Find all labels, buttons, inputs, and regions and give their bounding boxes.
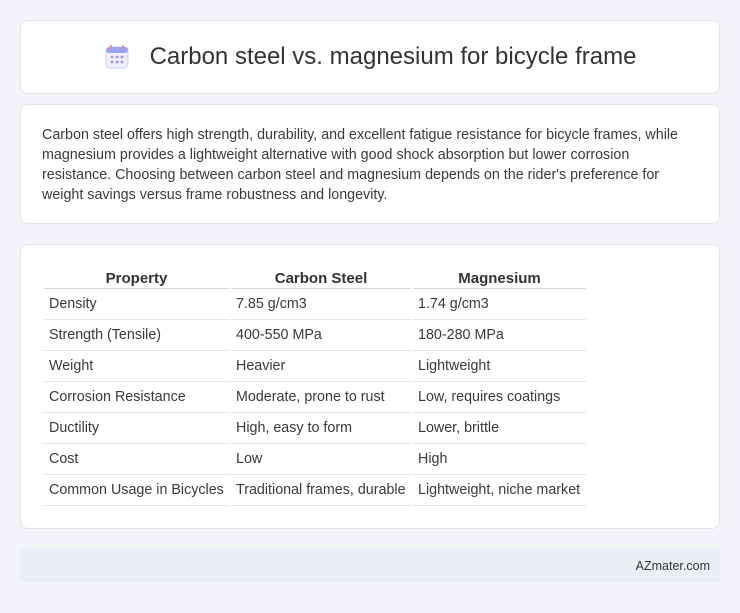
table-cell: Lower, brittle xyxy=(413,413,586,444)
table-cell: High xyxy=(413,444,586,475)
table-cell: Density xyxy=(44,289,229,320)
table-cell: Cost xyxy=(44,444,229,475)
summary-card: Carbon steel offers high strength, durab… xyxy=(20,104,720,224)
table-card: Property Carbon Steel Magnesium Density … xyxy=(20,244,720,529)
table-cell: Traditional frames, durable xyxy=(231,475,411,506)
table-cell: Low xyxy=(231,444,411,475)
table-cell: Moderate, prone to rust xyxy=(231,382,411,413)
table-cell: High, easy to form xyxy=(231,413,411,444)
header-property: Property xyxy=(44,265,229,289)
table-cell: Low, requires coatings xyxy=(413,382,586,413)
title-card: Carbon steel vs. magnesium for bicycle f… xyxy=(20,20,720,94)
table-cell: 400-550 MPa xyxy=(231,320,411,351)
table-row: Weight Heavier Lightweight xyxy=(44,351,586,382)
footer-brand-link[interactable]: AZmater.com xyxy=(636,559,710,573)
summary-text: Carbon steel offers high strength, durab… xyxy=(42,127,679,203)
table-cell: Ductility xyxy=(44,413,229,444)
table-cell: Corrosion Resistance xyxy=(44,382,229,413)
table-header-row: Property Carbon Steel Magnesium xyxy=(44,265,586,289)
table-row: Strength (Tensile) 400-550 MPa 180-280 M… xyxy=(44,320,586,351)
table-cell: Lightweight xyxy=(413,351,586,382)
table-cell: Weight xyxy=(44,351,229,382)
page-title: Carbon steel vs. magnesium for bicycle f… xyxy=(149,43,637,70)
table-row: Density 7.85 g/cm3 1.74 g/cm3 xyxy=(44,289,586,320)
header-carbon-steel: Carbon Steel xyxy=(231,265,411,289)
comparison-table: Property Carbon Steel Magnesium Density … xyxy=(42,265,588,506)
table-cell: Strength (Tensile) xyxy=(44,320,229,351)
calendar-icon xyxy=(105,45,129,69)
table-row: Cost Low High xyxy=(44,444,586,475)
table-row: Ductility High, easy to form Lower, brit… xyxy=(44,413,586,444)
table-cell: Lightweight, niche market xyxy=(413,475,586,506)
table-row: Corrosion Resistance Moderate, prone to … xyxy=(44,382,586,413)
table-cell: 1.74 g/cm3 xyxy=(413,289,586,320)
table-cell: 7.85 g/cm3 xyxy=(231,289,411,320)
header-magnesium: Magnesium xyxy=(413,265,586,289)
table-cell: Heavier xyxy=(231,351,411,382)
table-cell: 180-280 MPa xyxy=(413,320,586,351)
table-row: Common Usage in Bicycles Traditional fra… xyxy=(44,475,586,506)
table-cell: Common Usage in Bicycles xyxy=(44,475,229,506)
footer: AZmater.com xyxy=(20,549,720,582)
